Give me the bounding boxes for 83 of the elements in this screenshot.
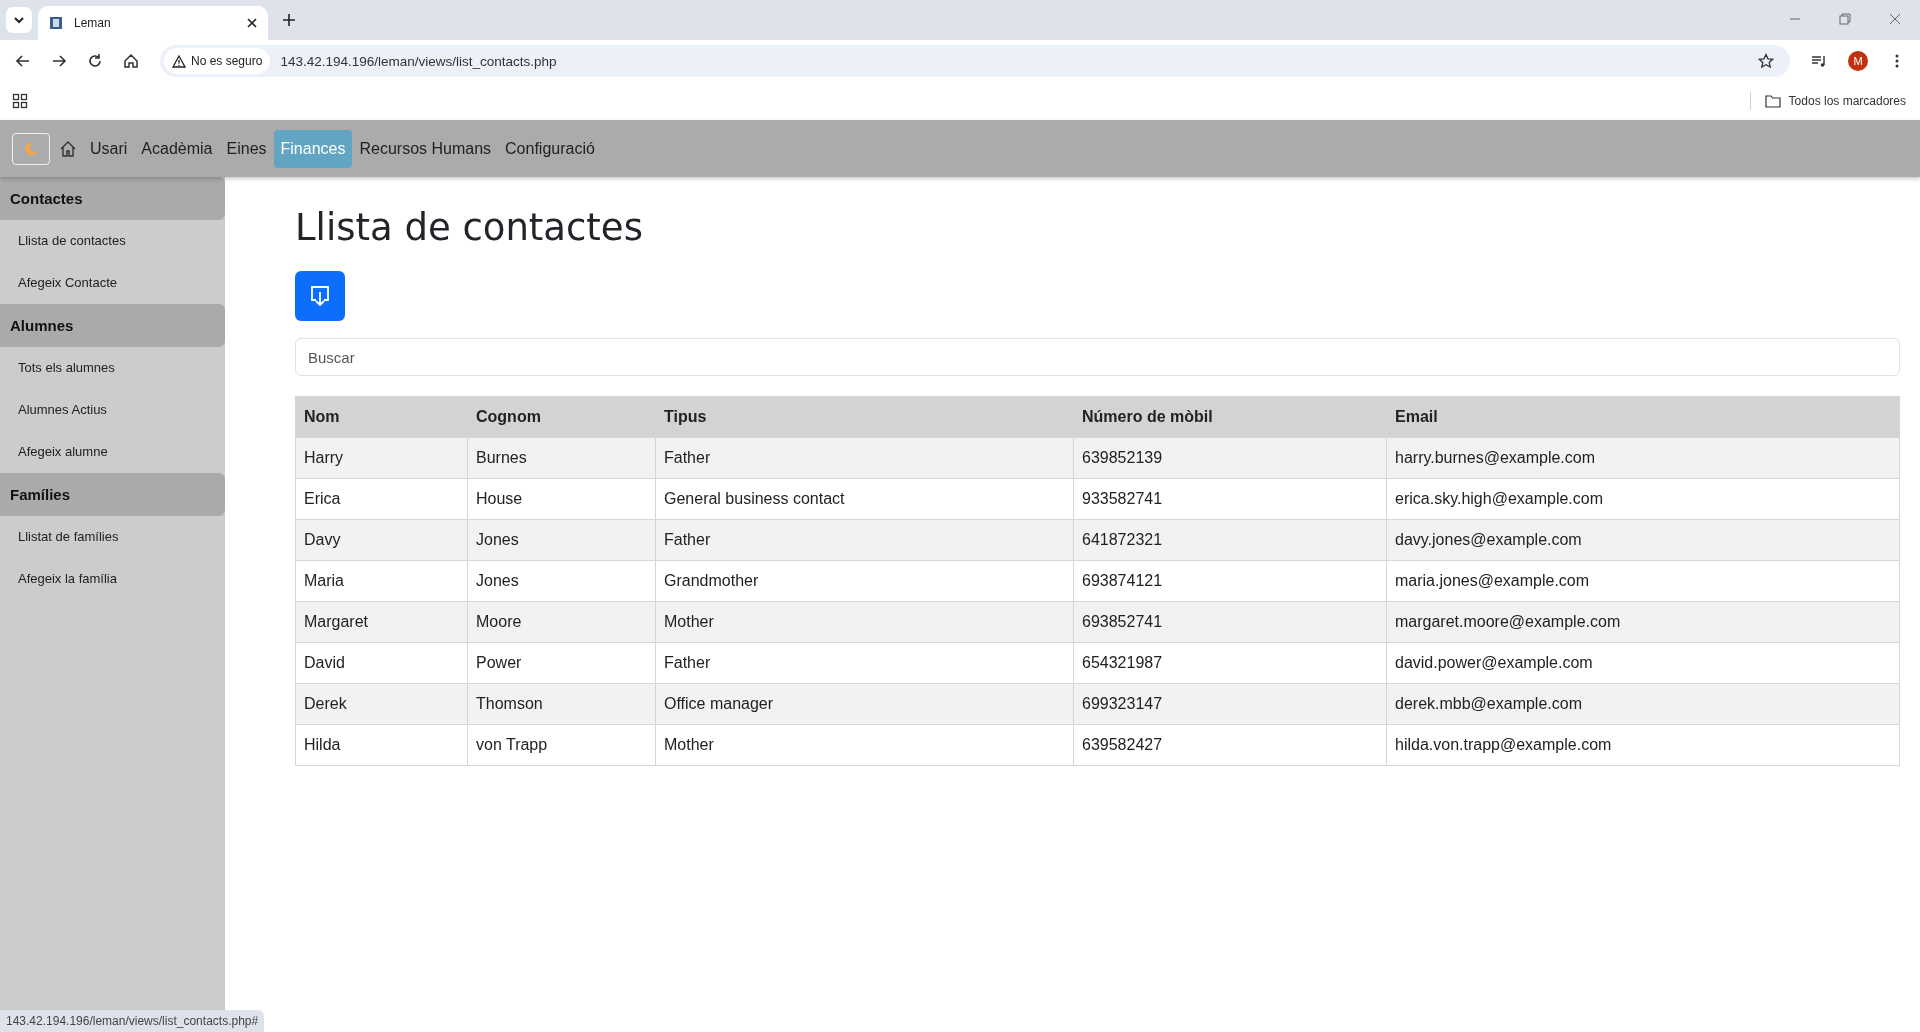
table-cell: Grandmother [655,560,1074,602]
table-cell: Burnes [467,437,656,479]
nav-link[interactable]: Eines [219,129,274,168]
restore-icon[interactable] [1838,12,1852,26]
table-cell: General business contact [655,478,1074,520]
table-cell: Hilda [295,724,468,766]
table-cell: David [295,642,468,684]
download-button[interactable] [295,271,345,321]
table-cell: 699323147 [1073,683,1387,725]
sidebar-link[interactable]: Alumnes Actius [0,389,225,431]
sidebar-section-header[interactable]: Contactes [0,177,225,220]
table-cell: Jones [467,560,656,602]
table-cell: Thomson [467,683,656,725]
column-header: Nom [295,396,468,438]
table-cell: Davy [295,519,468,561]
nav-link[interactable]: Acadèmia [134,129,220,168]
home-icon[interactable] [59,139,77,158]
table-cell: Father [655,519,1074,561]
page-title: Llista de contactes [295,206,644,249]
table-cell: Father [655,437,1074,479]
sidebar-link[interactable]: Llistat de famílies [0,516,225,558]
table-cell: Maria [295,560,468,602]
table-cell: Father [655,642,1074,684]
table-cell: maria.jones@example.com [1386,560,1900,602]
sidebar-section-header[interactable]: Famílies [0,473,225,516]
moon-icon [23,140,39,157]
sidebar-section-header[interactable]: Alumnes [0,304,225,347]
table-cell: Margaret [295,601,468,643]
favicon-icon [48,15,64,31]
table-cell: Moore [467,601,656,643]
table-cell: 933582741 [1073,478,1387,520]
table-cell: derek.mbb@example.com [1386,683,1900,725]
bookmarks-folder[interactable]: Todos los marcadores [1764,94,1908,108]
sidebar-link[interactable]: Afegeix la família [0,558,225,600]
column-header: Número de mòbil [1073,396,1387,438]
table-cell: Harry [295,437,468,479]
table-cell: 654321987 [1073,642,1387,684]
sidebar-link[interactable]: Afegeix Contacte [0,262,225,304]
table-cell: 639852139 [1073,437,1387,479]
nav-link[interactable]: Usari [83,129,135,168]
sidebar-link[interactable]: Tots els alumnes [0,347,225,389]
table-cell: House [467,478,656,520]
table-cell: 639582427 [1073,724,1387,766]
column-header: Email [1386,396,1900,438]
column-header: Tipus [655,396,1074,438]
table-cell: 693874121 [1073,560,1387,602]
status-url: 143.42.194.196/leman/views/list_contacts.php# [0,1010,265,1032]
table-cell: Erica [295,478,468,520]
folder-icon [1764,94,1781,108]
table-cell: harry.burnes@example.com [1386,437,1900,479]
table-cell: Jones [467,519,656,561]
table-cell: davy.jones@example.com [1386,519,1900,561]
table-cell: david.power@example.com [1386,642,1900,684]
table-cell: Mother [655,601,1074,643]
address-bar[interactable]: No es seguro 143.42.194.196/leman/views/list_contacts.php [160,45,1790,77]
table-cell: Mother [655,724,1074,766]
table-cell: margaret.moore@example.com [1386,601,1900,643]
browser-tab[interactable]: Leman [38,6,268,40]
apps-grid-icon[interactable] [12,93,28,109]
download-icon [310,285,330,307]
nav-link[interactable]: Recursos Humans [352,129,499,168]
column-header: Cognom [467,396,656,438]
table-cell: hilda.von.trapp@example.com [1386,724,1900,766]
search-field[interactable]: Buscar [295,338,1900,376]
warning-icon [172,54,186,68]
plus-icon[interactable] [282,13,296,27]
table-cell: 693852741 [1073,601,1387,643]
table-cell: Office manager [655,683,1074,725]
tab-title: Leman [74,16,112,30]
sidebar-link[interactable]: Llista de contactes [0,220,225,262]
profile-avatar[interactable]: M [1848,51,1868,71]
table-cell: Derek [295,683,468,725]
nav-link[interactable]: Configuració [498,129,602,168]
sidebar-link[interactable]: Afegeix alumne [0,431,225,473]
close-icon[interactable] [246,17,258,29]
table-cell: erica.sky.high@example.com [1386,478,1900,520]
tab-list-button[interactable] [6,7,32,33]
security-chip[interactable]: No es seguro [164,48,271,74]
star-icon[interactable] [1758,53,1774,69]
url-text: 143.42.194.196/leman/views/list_contacts.php [280,53,558,69]
table-cell: Power [467,642,656,684]
table-cell: 641872321 [1073,519,1387,561]
table-cell: von Trapp [467,724,656,766]
